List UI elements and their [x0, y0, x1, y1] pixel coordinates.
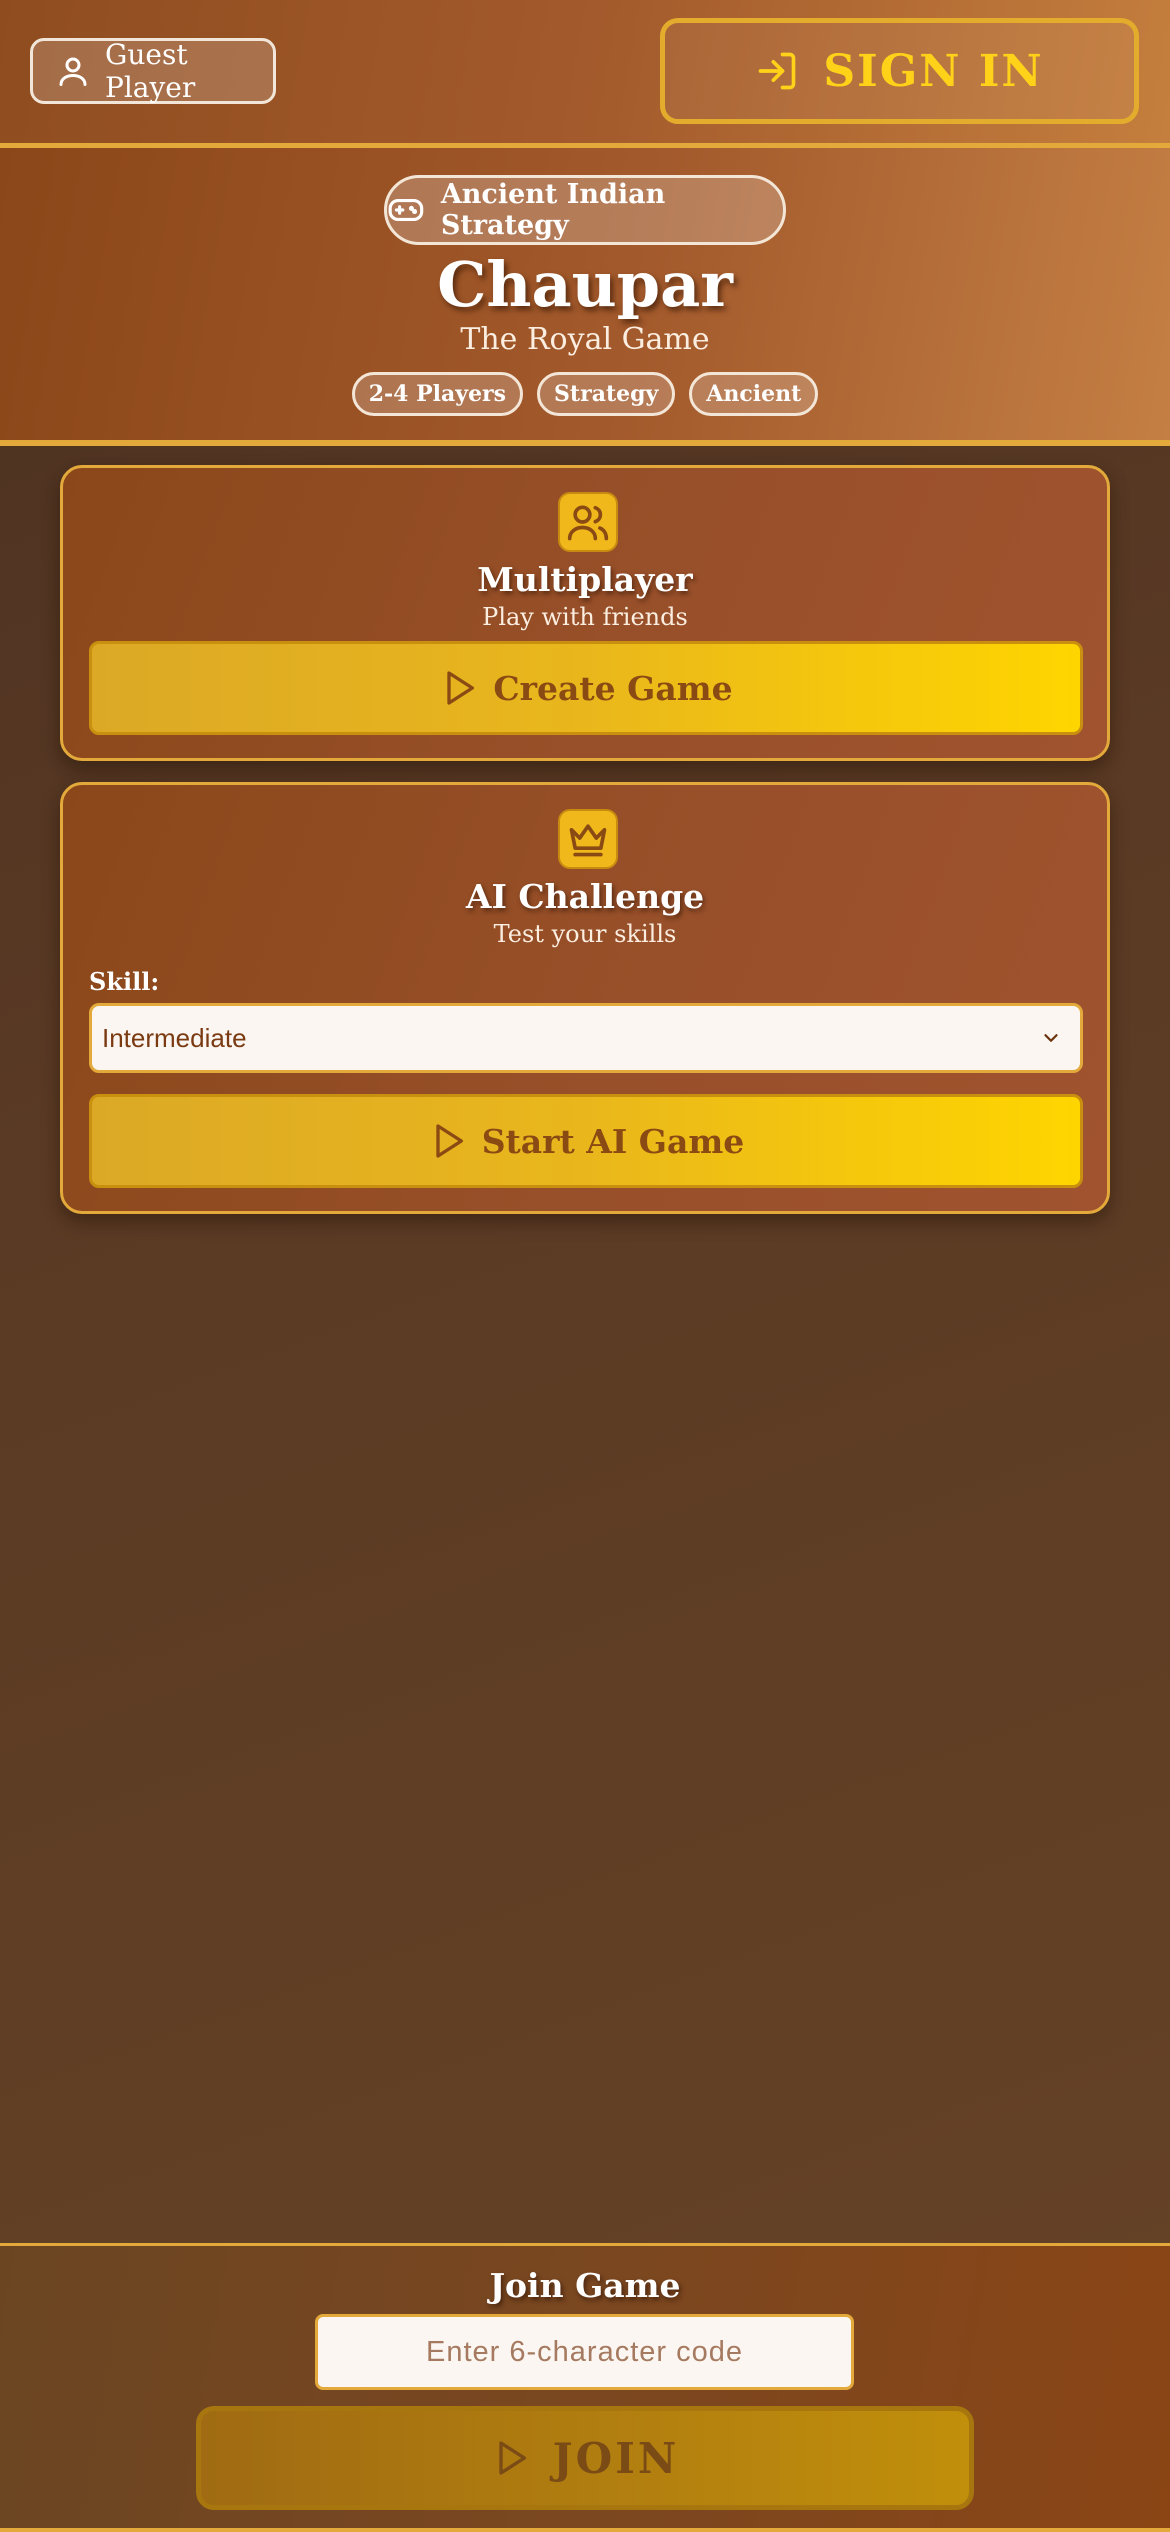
play-icon	[436, 1124, 463, 1158]
gamepad-icon	[388, 198, 424, 222]
sign-in-label: SIGN IN	[823, 45, 1044, 97]
sign-in-button[interactable]: SIGN IN	[660, 18, 1139, 124]
crown-icon	[569, 824, 607, 857]
game-subtitle: The Royal Game	[460, 322, 710, 357]
multiplayer-icon-box	[558, 492, 618, 552]
tag-ancient: Ancient	[689, 372, 819, 416]
multiplayer-subtitle: Play with friends	[482, 603, 688, 631]
category-badge: Ancient Indian Strategy	[384, 175, 786, 245]
join-game-title: Join Game	[489, 2266, 681, 2305]
ai-challenge-subtitle: Test your skills	[493, 920, 677, 948]
log-in-icon	[759, 52, 796, 90]
game-code-placeholder: Enter 6-character code	[426, 2335, 743, 2368]
tag-strategy: Strategy	[537, 372, 676, 416]
create-game-button[interactable]: Create Game	[89, 641, 1083, 735]
ai-icon-box	[558, 809, 618, 869]
skill-select[interactable]: Intermediate	[89, 1003, 1083, 1073]
create-game-label: Create Game	[493, 668, 733, 708]
skill-select-value: Intermediate	[102, 1022, 247, 1053]
user-icon	[59, 57, 87, 86]
start-ai-game-button[interactable]: Start AI Game	[89, 1094, 1083, 1188]
users-icon	[567, 505, 609, 541]
top-bar: Guest Player SIGN IN	[0, 0, 1170, 148]
play-icon	[447, 671, 475, 705]
ai-challenge-card: AI Challenge Test your skills Skill: Int…	[60, 782, 1110, 1214]
join-game-panel: Join Game Enter 6-character code JOIN	[0, 2243, 1170, 2532]
game-header: Ancient Indian Strategy Chaupar The Roya…	[0, 148, 1170, 446]
guest-player-button[interactable]: Guest Player	[30, 38, 276, 104]
game-code-input[interactable]: Enter 6-character code	[315, 2314, 854, 2390]
chevron-down-icon	[1044, 1034, 1058, 1042]
ai-challenge-title: AI Challenge	[465, 877, 705, 916]
game-title: Chaupar	[437, 248, 733, 321]
bottom-divider	[0, 2528, 1170, 2532]
join-label: JOIN	[552, 2433, 680, 2483]
join-button[interactable]: JOIN	[196, 2406, 974, 2510]
tag-list: 2-4 Players Strategy Ancient	[0, 372, 1170, 416]
tag-players: 2-4 Players	[351, 372, 524, 416]
skill-label: Skill:	[89, 967, 160, 996]
start-ai-game-label: Start AI Game	[481, 1121, 745, 1161]
guest-player-label: Guest Player	[105, 38, 196, 104]
multiplayer-title: Multiplayer	[477, 560, 693, 599]
multiplayer-card: Multiplayer Play with friends Create Gam…	[60, 465, 1110, 761]
play-icon	[499, 2441, 526, 2475]
category-label: Ancient Indian Strategy	[440, 179, 666, 241]
